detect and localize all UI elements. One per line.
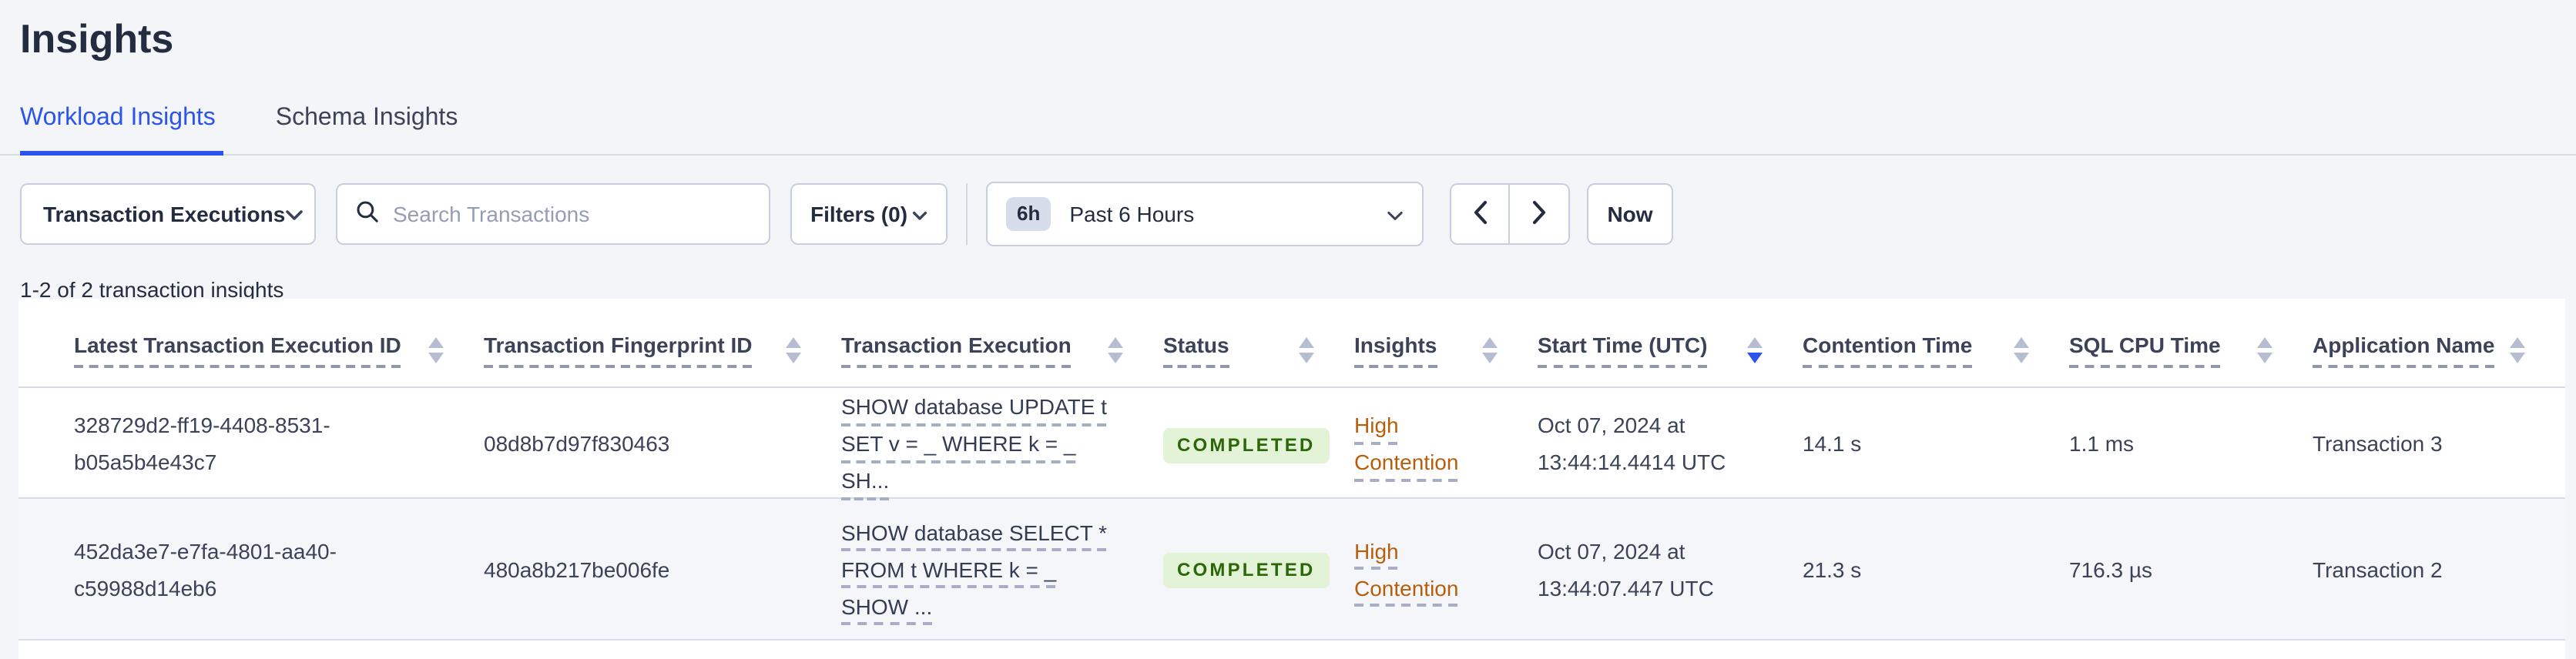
cell-insights: High Contention [1354,406,1538,480]
sort-arrows-icon [1283,337,1314,363]
tab-schema-insights[interactable]: Schema Insights [276,103,458,156]
search-input[interactable] [393,202,750,226]
status-badge: COMPLETED [1163,553,1330,588]
insights-page: Insights Workload Insights Schema Insigh… [0,0,2576,659]
sort-arrows-icon [413,337,444,363]
cell-fingerprint-id: 480a8b217be006fe [484,557,670,581]
sort-arrows-icon [2242,337,2272,363]
tab-workload-insights[interactable]: Workload Insights [20,103,223,156]
chevron-left-icon [1472,199,1488,229]
sort-arrows-icon [770,337,801,363]
search-icon [356,200,379,228]
status-badge: COMPLETED [1163,427,1330,463]
cell-sql-cpu-time: 1.1 ms [2069,431,2135,456]
chevron-down-icon [1387,202,1404,226]
table-row: 328729d2-ff19-4408-8531-b05a5b4e43c7 08d… [18,388,2565,499]
cell-insights: High Contention [1354,532,1538,606]
now-button[interactable]: Now [1587,183,1673,245]
column-header-latest-transaction-execution-id[interactable]: Latest Transaction Execution ID [18,333,484,386]
filters-dropdown[interactable]: Filters (0) [790,183,948,245]
cell-contention-time: 21.3 s [1803,557,1862,581]
cell-application-name: Transaction 2 [2313,557,2443,581]
insight-link[interactable]: High Contention [1354,532,1458,606]
chevron-right-icon [1531,199,1547,229]
column-header-contention-time[interactable]: Contention Time [1803,333,2069,386]
cell-start-time: Oct 07, 2024 at 13:44:14.4414 UTC [1538,413,1726,474]
sort-arrows-icon [1998,337,2029,363]
insights-table: Latest Transaction Execution ID Transact… [18,299,2565,659]
cell-execution-id: 328729d2-ff19-4408-8531-b05a5b4e43c7 [74,413,330,474]
time-range-badge: 6h [1006,197,1052,231]
cell-execution-id: 452da3e7-e7fa-4801-aa40-c59988d14eb6 [74,538,337,600]
transaction-execution-link[interactable]: SHOW database SELECT * FROM t WHERE k = … [841,513,1119,624]
next-time-button[interactable] [1510,185,1568,243]
sort-arrows-icon [1467,337,1498,363]
execution-type-label: Transaction Executions [43,202,286,226]
cell-transaction-execution: SHOW database SELECT * FROM t WHERE k = … [841,513,1163,624]
table-row: 452da3e7-e7fa-4801-aa40-c59988d14eb6 480… [18,499,2565,641]
column-header-transaction-execution[interactable]: Transaction Execution [841,333,1163,386]
page-title: Insights [20,15,174,62]
toolbar: Transaction Executions Filters (0) 6h Pa… [0,182,2576,246]
search-box[interactable] [336,183,770,245]
sort-arrows-icon [2495,337,2526,363]
column-header-application-name[interactable]: Application Name [2313,333,2565,386]
cell-status: COMPLETED [1163,424,1354,463]
column-header-sql-cpu-time[interactable]: SQL CPU Time [2069,333,2313,386]
previous-time-button[interactable] [1451,185,1510,243]
table-header-row: Latest Transaction Execution ID Transact… [18,299,2565,388]
time-pager [1450,183,1570,245]
sort-arrows-icon-descending [1732,337,1763,363]
tabs-bar: Workload Insights Schema Insights [0,103,2576,156]
insight-link[interactable]: High Contention [1354,406,1458,480]
time-range-label: Past 6 Hours [1069,202,1195,226]
column-header-insights[interactable]: Insights [1354,333,1538,386]
cell-contention-time: 14.1 s [1803,431,1862,456]
cell-application-name: Transaction 3 [2313,431,2443,456]
toolbar-divider [966,183,968,245]
column-header-transaction-fingerprint-id[interactable]: Transaction Fingerprint ID [484,333,841,386]
cell-fingerprint-id: 08d8b7d97f830463 [484,431,670,456]
cell-transaction-execution: SHOW database UPDATE t SET v = _ WHERE k… [841,388,1163,499]
transaction-execution-link[interactable]: SHOW database UPDATE t SET v = _ WHERE k… [841,388,1119,499]
cell-status: COMPLETED [1163,550,1354,588]
chevron-down-icon [912,202,927,226]
column-header-status[interactable]: Status [1163,333,1354,386]
cell-start-time: Oct 07, 2024 at 13:44:07.447 UTC [1538,538,1714,600]
column-header-start-time[interactable]: Start Time (UTC) [1538,333,1803,386]
chevron-down-icon [285,202,304,226]
now-button-label: Now [1607,202,1653,226]
execution-type-dropdown[interactable]: Transaction Executions [20,183,316,245]
cell-sql-cpu-time: 716.3 µs [2069,557,2152,581]
time-range-dropdown[interactable]: 6h Past 6 Hours [986,182,1424,246]
sort-arrows-icon [1092,337,1123,363]
filters-label: Filters (0) [810,202,908,226]
